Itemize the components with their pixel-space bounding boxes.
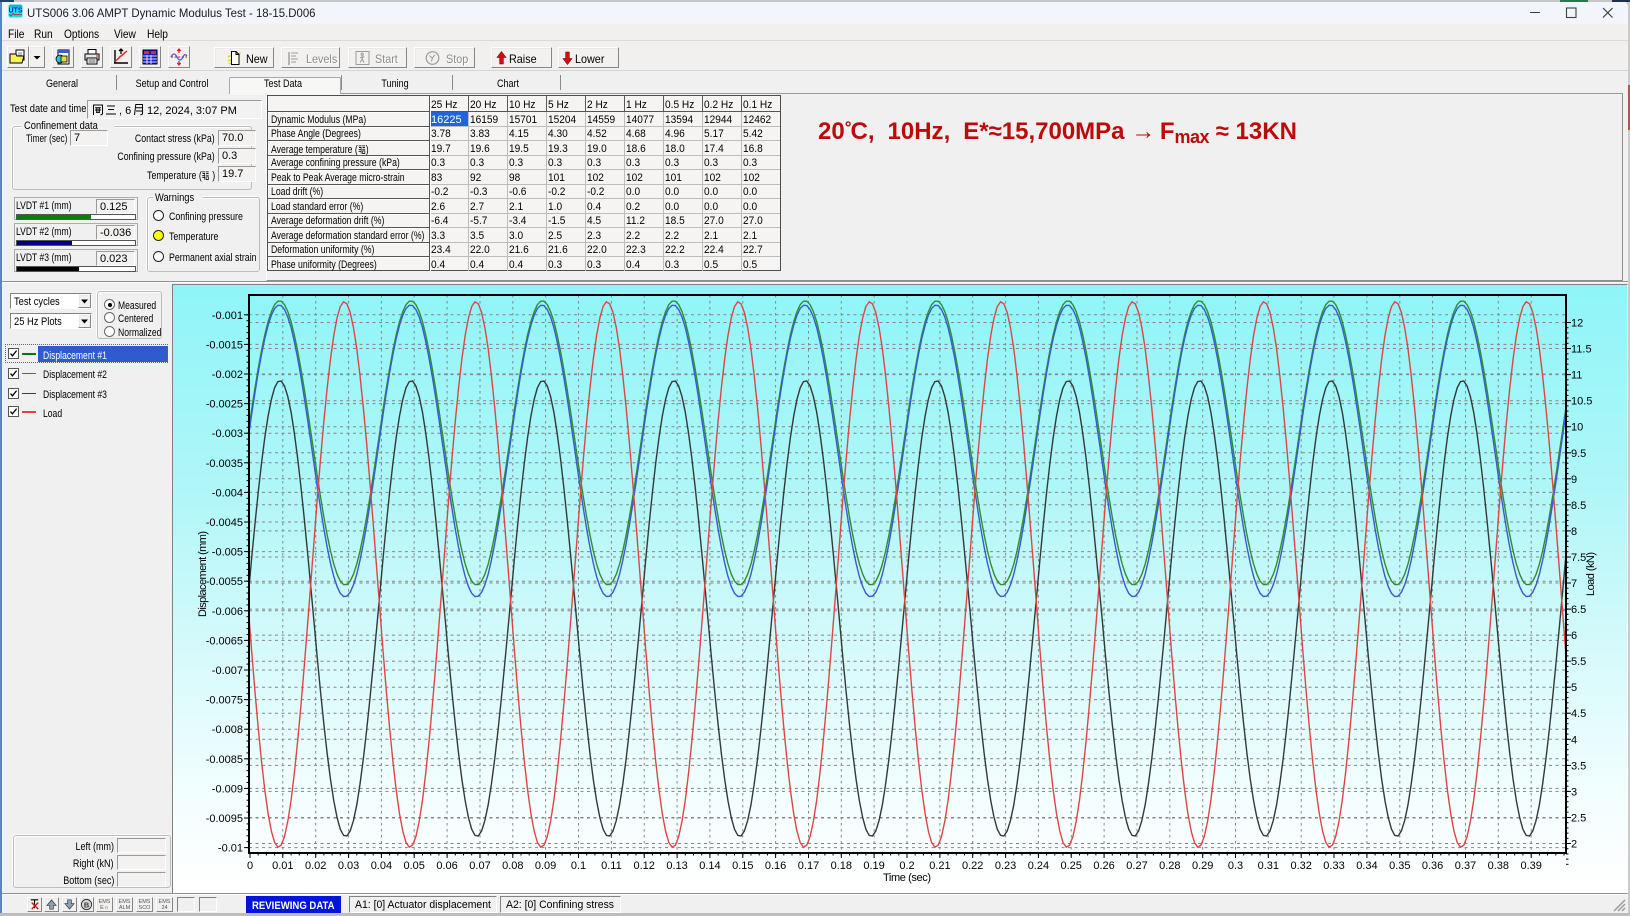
svg-text:0.11: 0.11 xyxy=(601,860,622,872)
svg-text:-0.009: -0.009 xyxy=(212,783,243,795)
svg-text:-0.0065: -0.0065 xyxy=(206,635,243,647)
svg-text:0.32: 0.32 xyxy=(1290,860,1311,872)
svg-text:0.24: 0.24 xyxy=(1028,860,1049,872)
svg-text:0.27: 0.27 xyxy=(1126,860,1147,872)
svg-text:-0.01: -0.01 xyxy=(218,843,243,855)
svg-text:0.15: 0.15 xyxy=(732,860,753,872)
svg-text:0.37: 0.37 xyxy=(1455,860,1476,872)
svg-text:0.39: 0.39 xyxy=(1520,860,1541,872)
svg-text:-0.0055: -0.0055 xyxy=(206,576,243,588)
svg-text:11: 11 xyxy=(1571,370,1582,382)
svg-text:0.35: 0.35 xyxy=(1389,860,1410,872)
svg-text:-0.0045: -0.0045 xyxy=(206,517,243,529)
svg-text:0.28: 0.28 xyxy=(1159,860,1180,872)
svg-text:-0.0075: -0.0075 xyxy=(206,695,243,707)
svg-text:0.02: 0.02 xyxy=(305,860,326,872)
svg-text:0.31: 0.31 xyxy=(1258,860,1279,872)
svg-text:3: 3 xyxy=(1571,786,1577,798)
svg-text:0.22: 0.22 xyxy=(962,860,983,872)
svg-text:0.17: 0.17 xyxy=(798,860,819,872)
svg-text:0.16: 0.16 xyxy=(765,860,786,872)
svg-text:-0.007: -0.007 xyxy=(212,665,243,677)
svg-text:4: 4 xyxy=(1571,734,1577,746)
svg-text:Displacement (mm): Displacement (mm) xyxy=(197,531,209,617)
svg-text:0.06: 0.06 xyxy=(436,860,457,872)
svg-text:4.5: 4.5 xyxy=(1571,708,1586,720)
svg-text:0.04: 0.04 xyxy=(371,860,392,872)
svg-text:-0.001: -0.001 xyxy=(212,310,243,322)
svg-text:12: 12 xyxy=(1571,318,1583,330)
svg-text:0.09: 0.09 xyxy=(535,860,556,872)
svg-text:-0.0095: -0.0095 xyxy=(206,813,243,825)
svg-text:UTS: UTS xyxy=(9,7,23,14)
svg-text:9.5: 9.5 xyxy=(1571,448,1586,460)
svg-text:0.07: 0.07 xyxy=(469,860,490,872)
svg-text:7: 7 xyxy=(1571,578,1577,590)
svg-text:0.26: 0.26 xyxy=(1093,860,1114,872)
svg-text:2.5: 2.5 xyxy=(1571,813,1586,825)
svg-text:-0.008: -0.008 xyxy=(212,724,243,736)
svg-text:0.3: 0.3 xyxy=(1228,860,1243,872)
svg-text:0.03: 0.03 xyxy=(338,860,359,872)
svg-text:B: B xyxy=(84,900,90,909)
svg-text:0.08: 0.08 xyxy=(502,860,523,872)
svg-text:0.13: 0.13 xyxy=(666,860,687,872)
svg-text:0.21: 0.21 xyxy=(929,860,950,872)
svg-text:0.1: 0.1 xyxy=(571,860,586,872)
svg-text:-0.004: -0.004 xyxy=(212,487,243,499)
svg-text:0.29: 0.29 xyxy=(1192,860,1213,872)
svg-text:5.5: 5.5 xyxy=(1571,656,1586,668)
svg-text:-0.002: -0.002 xyxy=(212,369,243,381)
svg-text:0.2: 0.2 xyxy=(899,860,914,872)
svg-text:0.23: 0.23 xyxy=(995,860,1016,872)
svg-text:0.25: 0.25 xyxy=(1060,860,1081,872)
svg-text:10.5: 10.5 xyxy=(1571,396,1592,408)
svg-text:-0.0025: -0.0025 xyxy=(206,399,243,411)
svg-text:0.14: 0.14 xyxy=(699,860,720,872)
svg-text:7.5: 7.5 xyxy=(1571,552,1586,564)
svg-text:0.36: 0.36 xyxy=(1422,860,1443,872)
svg-text:0.18: 0.18 xyxy=(831,860,852,872)
svg-text:0.19: 0.19 xyxy=(863,860,884,872)
svg-text:-0.005: -0.005 xyxy=(212,547,243,559)
svg-text:-0.0035: -0.0035 xyxy=(206,458,243,470)
svg-text:8: 8 xyxy=(1571,526,1577,538)
svg-text:8.5: 8.5 xyxy=(1571,500,1586,512)
svg-text:5: 5 xyxy=(1571,682,1577,694)
svg-text:6.5: 6.5 xyxy=(1571,604,1586,616)
svg-text:11.5: 11.5 xyxy=(1571,344,1592,356)
svg-text:0.01: 0.01 xyxy=(272,860,293,872)
svg-text:3.5: 3.5 xyxy=(1571,760,1586,772)
svg-text:-0.0085: -0.0085 xyxy=(206,754,243,766)
svg-text:0.33: 0.33 xyxy=(1323,860,1344,872)
svg-text:0.38: 0.38 xyxy=(1488,860,1509,872)
svg-text:Time (sec): Time (sec) xyxy=(883,872,931,884)
svg-text:0: 0 xyxy=(247,860,253,872)
svg-text:0.12: 0.12 xyxy=(633,860,654,872)
svg-text:Load (kN): Load (kN) xyxy=(1585,552,1597,596)
svg-text:6: 6 xyxy=(1571,630,1577,642)
svg-text:-0.003: -0.003 xyxy=(212,428,243,440)
svg-text:0.05: 0.05 xyxy=(403,860,424,872)
svg-text:9: 9 xyxy=(1571,474,1577,486)
svg-text:0.34: 0.34 xyxy=(1356,860,1377,872)
svg-text:10: 10 xyxy=(1571,422,1583,434)
svg-text:2: 2 xyxy=(1571,839,1577,851)
svg-text:-0.0015: -0.0015 xyxy=(206,339,243,351)
svg-text:-0.006: -0.006 xyxy=(212,606,243,618)
